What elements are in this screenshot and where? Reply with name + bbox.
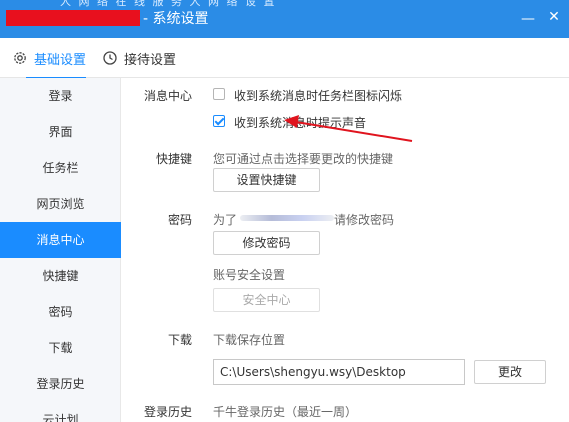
annotation-arrow (284, 115, 413, 142)
